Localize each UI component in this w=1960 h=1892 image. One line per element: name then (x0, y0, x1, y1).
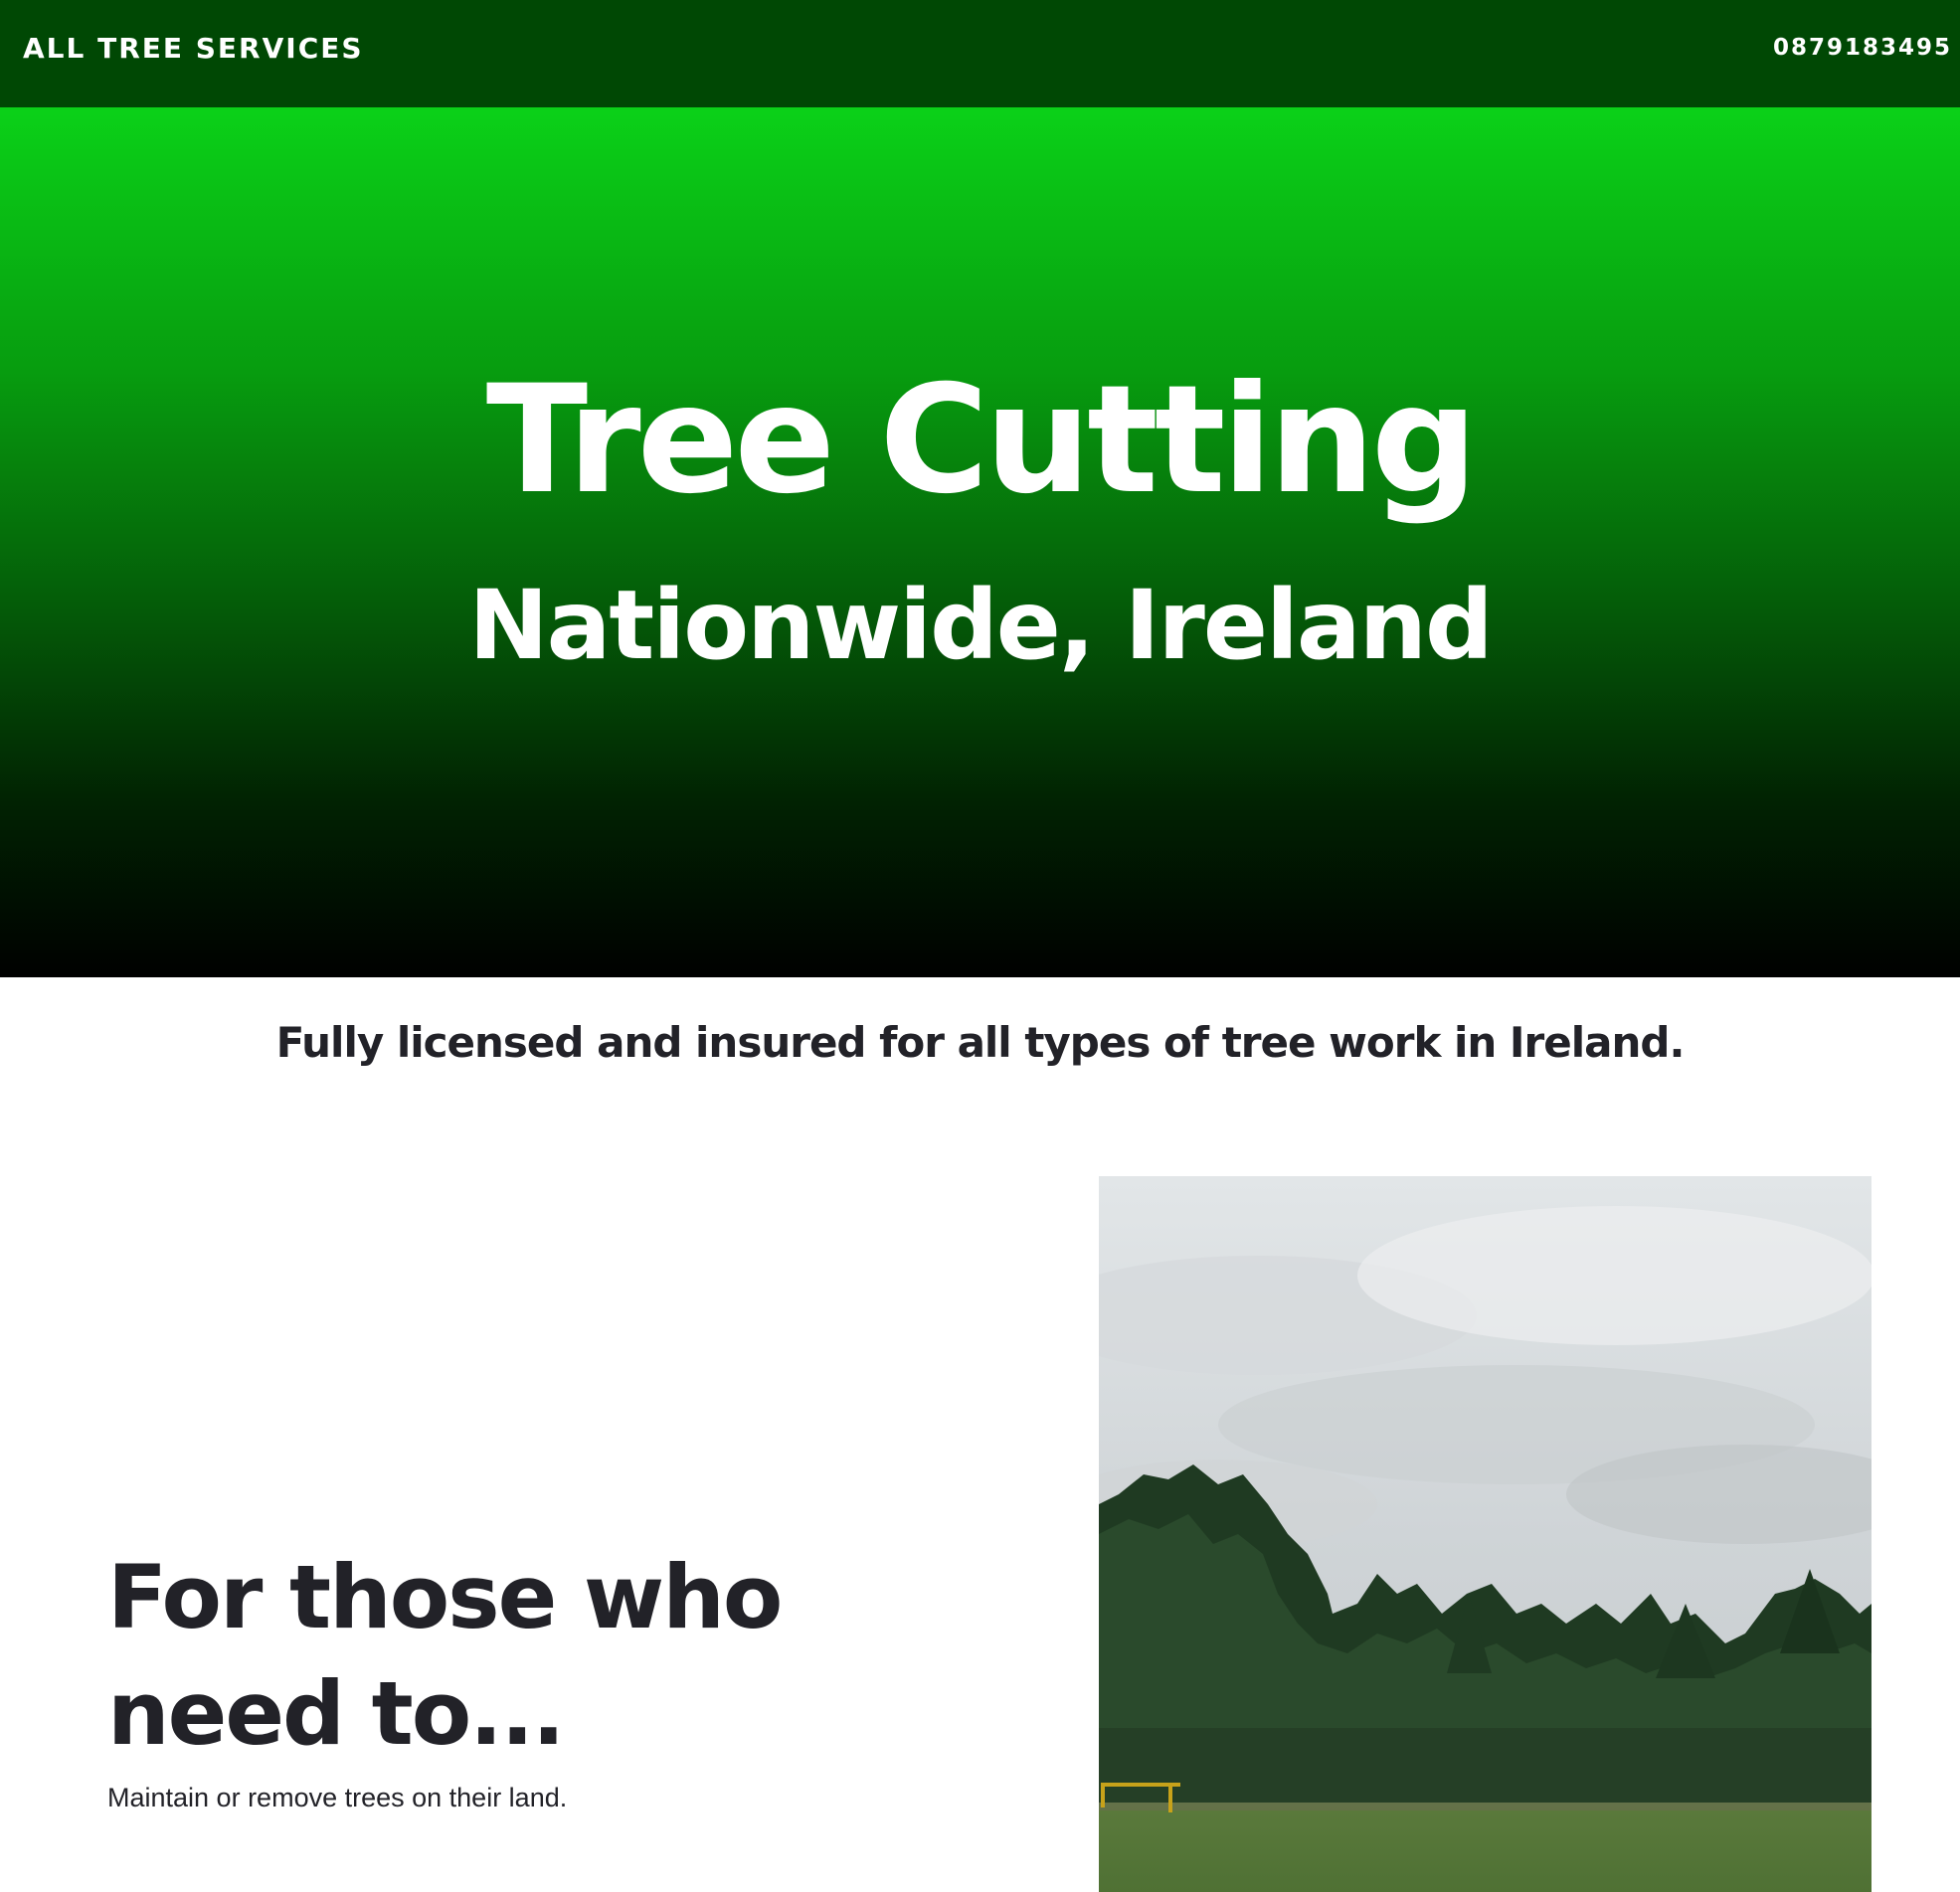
hero-subtitle: Nationwide, Ireland (468, 570, 1493, 681)
phone-number-link[interactable]: 0879183495 (1773, 35, 1952, 61)
brand-logo-link[interactable]: ALL TREE SERVICES (23, 32, 364, 65)
tagline-text: Fully licensed and insured for all types… (275, 1018, 1686, 1067)
tree-field-photo (1099, 1176, 1871, 1892)
top-nav-bar: ALL TREE SERVICES 0879183495 (0, 0, 1960, 107)
feature-description: Maintain or remove trees on their land. (107, 1783, 568, 1812)
feature-heading-line-1: For those who (107, 1546, 783, 1648)
feature-heading-line-2: need to... (107, 1662, 565, 1765)
hero-banner: Tree Cutting Nationwide, Ireland (0, 107, 1960, 977)
feature-heading: For those who need to... (107, 1539, 823, 1772)
hero-title: Tree Cutting (485, 354, 1478, 527)
